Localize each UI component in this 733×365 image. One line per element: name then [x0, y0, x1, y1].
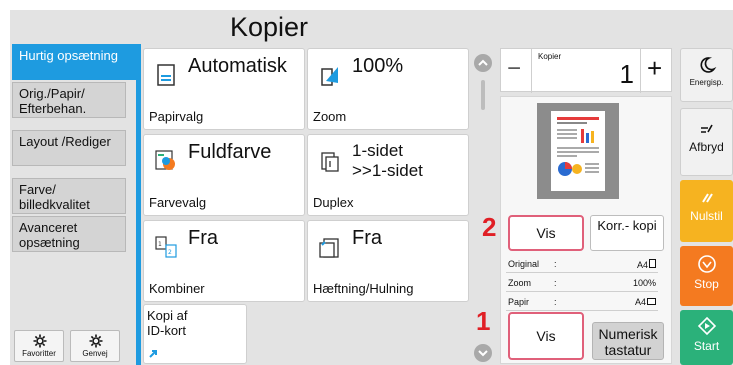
zoom-icon	[321, 67, 338, 86]
svg-text:2: 2	[168, 249, 172, 256]
scroll-down-button[interactable]	[474, 344, 492, 362]
duplex-value: 1-sidet >>1-sidet	[352, 141, 423, 180]
info-row-paper: Papir : A4	[506, 292, 658, 311]
show-button[interactable]: Vis	[508, 312, 584, 360]
start-button[interactable]: Start	[680, 310, 733, 365]
paper-icon	[157, 64, 175, 86]
gear-icon	[89, 334, 103, 348]
info-sep: :	[554, 278, 557, 288]
zoom-label: Zoom	[313, 109, 347, 124]
increase-button[interactable]: +	[647, 53, 662, 84]
moon-icon	[700, 57, 716, 73]
interrupt-label: Afbryd	[689, 140, 724, 154]
active-tab-bar	[136, 44, 141, 365]
interrupt-button[interactable]: Afbryd	[680, 108, 733, 176]
decrease-button[interactable]: −	[507, 55, 521, 83]
staple-punch-tile[interactable]: Fra Hæftning/Hulning	[307, 220, 469, 302]
scroll-up-button[interactable]	[474, 54, 492, 72]
reset-label: Nulstil	[690, 209, 723, 223]
favorites-label: Favoritter	[22, 349, 56, 358]
tab-original-paper[interactable]: Orig./Papir/ Efterbehan.	[12, 82, 126, 118]
copy-count-control: − Kopier 1 +	[500, 48, 672, 93]
proof-copy-button[interactable]: Korr.- kopi	[590, 215, 664, 251]
paper-select-label: Papirvalg	[149, 109, 204, 124]
info-key: Papir	[508, 297, 530, 307]
duplex-label: Duplex	[313, 195, 354, 210]
color-select-tile[interactable]: Fuldfarve Farvevalg	[143, 134, 305, 216]
duplex-tile[interactable]: 1-sidet >>1-sidet Duplex	[307, 134, 469, 216]
reset-icon	[701, 193, 713, 203]
paper-select-value: Automatisk	[188, 55, 287, 77]
info-sep: :	[554, 297, 557, 307]
info-row-original: Original : A4	[506, 254, 658, 273]
combine-icon: 12	[155, 236, 177, 258]
info-value: 100%	[632, 278, 656, 288]
copy-screen: Kopier Hurtig opsætning Orig./Papir/ Eft…	[10, 10, 733, 365]
energy-saver-label: Energisp.	[689, 78, 724, 87]
duplex-icon	[321, 152, 339, 172]
stop-button[interactable]: Stop	[680, 246, 733, 306]
zoom-tile[interactable]: 100% Zoom	[307, 48, 469, 130]
gear-icon	[33, 334, 47, 348]
reset-button[interactable]: Nulstil	[680, 180, 733, 242]
favorites-button[interactable]: Favoritter	[14, 330, 64, 362]
tab-column: Hurtig opsætning Orig./Papir/ Efterbehan…	[12, 44, 141, 365]
copy-count-label: Kopier	[538, 52, 562, 61]
chevron-down-icon	[478, 350, 488, 357]
staple-punch-value: Fra	[352, 227, 382, 249]
preview-page	[551, 111, 605, 191]
id-card-label: Kopi af ID-kort	[147, 308, 188, 338]
preview-show-button[interactable]: Vis	[508, 215, 584, 251]
svg-text:1: 1	[158, 241, 162, 248]
paper-select-tile[interactable]: Automatisk Papirvalg	[143, 48, 305, 130]
numeric-keypad-button[interactable]: Numerisk tastatur	[592, 322, 664, 360]
copy-count-value: 1	[619, 59, 634, 89]
energy-saver-button[interactable]: Energisp.	[680, 48, 733, 102]
tab-color-quality[interactable]: Farve/ billedkvalitet	[12, 178, 126, 214]
document-preview-image	[557, 117, 599, 176]
color-select-value: Fuldfarve	[188, 141, 272, 163]
color-select-label: Farvevalg	[149, 195, 207, 210]
start-label: Start	[693, 339, 720, 353]
info-key: Original	[508, 259, 540, 269]
combine-tile[interactable]: 12 Fra Kombiner	[143, 220, 305, 302]
info-sep: :	[554, 259, 557, 269]
copy-count-field[interactable]: Kopier 1	[531, 49, 641, 93]
page-title: Kopier	[230, 12, 309, 42]
shortcut-label: Genvej	[82, 349, 108, 358]
portrait-page-icon	[649, 259, 656, 268]
interrupt-icon	[700, 124, 713, 133]
preview-thumbnail	[537, 103, 619, 199]
combine-label: Kombiner	[149, 281, 205, 296]
staple-punch-label: Hæftning/Hulning	[313, 281, 414, 296]
callout-marker-2: 2	[482, 212, 497, 242]
info-value: A4	[637, 259, 656, 270]
zoom-value: 100%	[352, 55, 404, 77]
tab-quick-setup[interactable]: Hurtig opsætning	[12, 44, 136, 80]
info-key: Zoom	[508, 278, 532, 288]
combine-value: Fra	[188, 227, 218, 249]
info-row-zoom: Zoom : 100%	[506, 273, 658, 292]
tab-layout-edit[interactable]: Layout /Rediger	[12, 130, 126, 166]
stop-label: Stop	[694, 277, 719, 291]
start-icon	[697, 316, 716, 336]
shortcut-button[interactable]: Genvej	[70, 330, 120, 362]
tab-advanced-setup[interactable]: Avanceret opsætning	[12, 216, 126, 252]
landscape-page-icon	[647, 298, 656, 305]
callout-marker-1: 1	[476, 306, 491, 336]
staple-icon	[319, 238, 339, 258]
chevron-up-icon	[478, 59, 488, 66]
color-icon	[155, 150, 175, 170]
scroll-track[interactable]	[481, 80, 485, 110]
info-value: A4	[635, 297, 656, 307]
id-card-copy-tile[interactable]: Kopi af ID-kort	[143, 304, 247, 364]
stop-icon	[697, 255, 716, 273]
shortcut-arrow-icon	[149, 350, 157, 358]
